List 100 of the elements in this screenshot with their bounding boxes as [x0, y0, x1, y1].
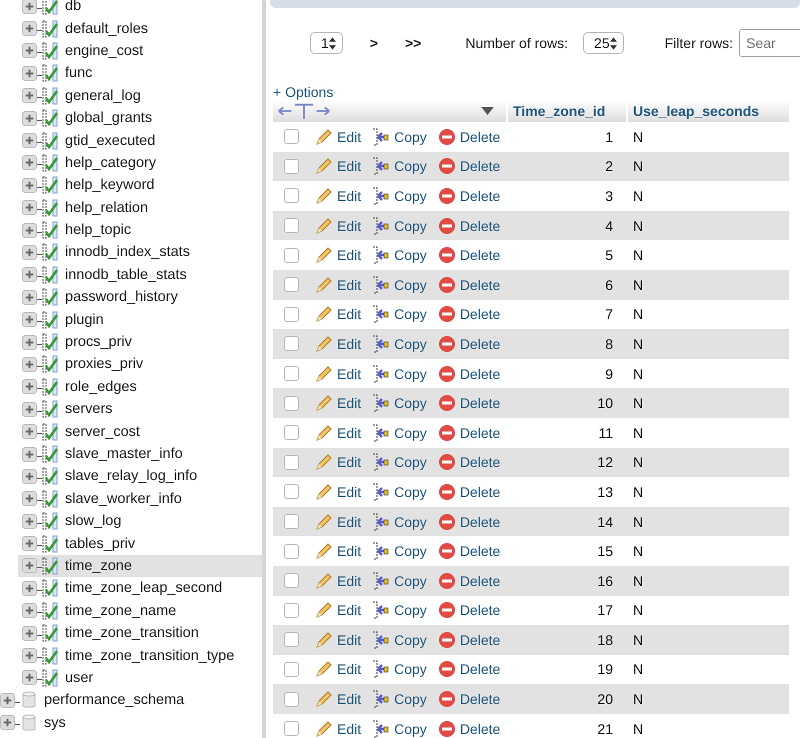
expand-icon[interactable] [22, 43, 37, 58]
table-tree-item[interactable]: general_log [0, 84, 262, 107]
edit-link[interactable]: Edit [315, 157, 362, 176]
edit-link[interactable]: Edit [315, 660, 362, 678]
row-checkbox[interactable] [284, 129, 299, 144]
delete-link[interactable]: Delete [438, 424, 500, 442]
row-checkbox[interactable] [284, 662, 299, 677]
edit-link[interactable]: Edit [315, 630, 362, 649]
expand-icon[interactable] [22, 110, 37, 126]
edit-link[interactable]: Edit [315, 512, 362, 531]
table-tree-item[interactable]: servers [0, 398, 262, 420]
table-tree-item[interactable]: default_roles [0, 17, 262, 40]
row-checkbox[interactable] [284, 602, 299, 618]
expand-icon[interactable] [22, 670, 37, 686]
page-select[interactable]: 1 [310, 32, 343, 54]
table-tree-item[interactable]: time_zone_leap_second [0, 577, 262, 600]
expand-icon[interactable] [22, 603, 37, 618]
table-tree-item[interactable]: time_zone [18, 554, 262, 578]
expand-icon[interactable] [0, 692, 15, 708]
row-checkbox[interactable] [284, 248, 299, 263]
copy-link[interactable]: Copy [372, 216, 427, 235]
row-checkbox[interactable] [284, 544, 299, 559]
expand-icon[interactable] [22, 88, 37, 104]
rows-select[interactable]: 25 [583, 32, 624, 54]
edit-link[interactable]: Edit [315, 542, 362, 560]
table-tree-item[interactable]: help_category [0, 152, 262, 174]
row-checkbox[interactable] [284, 188, 299, 204]
edit-link[interactable]: Edit [315, 334, 362, 353]
row-checkbox[interactable] [284, 692, 299, 707]
expand-icon[interactable] [22, 155, 37, 170]
copy-link[interactable]: Copy [372, 305, 427, 324]
row-checkbox[interactable] [284, 158, 299, 174]
expand-icon[interactable] [22, 514, 37, 529]
table-tree-item[interactable]: time_zone_transition [0, 622, 262, 644]
edit-link[interactable]: Edit [315, 276, 362, 294]
delete-link[interactable]: Delete [438, 216, 500, 235]
table-tree-item[interactable]: plugin [0, 308, 262, 331]
database-tree-item[interactable]: sys [0, 712, 262, 734]
copy-link[interactable]: Copy [372, 128, 427, 146]
expand-icon[interactable] [22, 267, 37, 282]
delete-link[interactable]: Delete [438, 157, 500, 176]
copy-link[interactable]: Copy [372, 334, 427, 353]
copy-link[interactable]: Copy [372, 157, 427, 176]
edit-link[interactable]: Edit [315, 364, 362, 383]
edit-link[interactable]: Edit [315, 572, 362, 590]
expand-icon[interactable] [22, 491, 37, 506]
table-tree-item[interactable]: proxies_priv [0, 353, 262, 376]
table-tree-item[interactable]: innodb_table_stats [0, 264, 262, 286]
table-tree-item[interactable]: role_edges [0, 376, 262, 398]
table-tree-item[interactable]: gtid_executed [0, 129, 262, 152]
table-tree-item[interactable]: slave_worker_info [0, 488, 262, 510]
options-link[interactable]: + Options [273, 84, 800, 100]
row-checkbox[interactable] [284, 218, 299, 234]
row-checkbox[interactable] [284, 454, 299, 470]
table-tree-item[interactable]: help_keyword [0, 174, 262, 197]
filter-field[interactable]: Sear [739, 29, 800, 57]
delete-link[interactable]: Delete [438, 246, 500, 264]
table-tree-item[interactable]: db [0, 0, 262, 18]
expand-icon[interactable] [22, 222, 37, 238]
delete-link[interactable]: Delete [438, 394, 500, 412]
row-checkbox[interactable] [284, 632, 299, 648]
row-checkbox[interactable] [284, 396, 299, 411]
delete-link[interactable]: Delete [438, 660, 500, 678]
delete-link[interactable]: Delete [438, 542, 500, 560]
table-tree-item[interactable]: password_history [0, 286, 262, 308]
edit-link[interactable]: Edit [315, 482, 362, 501]
delete-link[interactable]: Delete [438, 186, 500, 205]
expand-icon[interactable] [22, 0, 37, 14]
delete-link[interactable]: Delete [438, 453, 500, 472]
expand-icon[interactable] [22, 446, 37, 462]
table-tree-item[interactable]: time_zone_transition_type [0, 644, 262, 667]
copy-link[interactable]: Copy [372, 720, 427, 738]
edit-link[interactable]: Edit [315, 394, 362, 412]
edit-link[interactable]: Edit [315, 720, 362, 738]
expand-icon[interactable] [0, 715, 15, 730]
delete-link[interactable]: Delete [438, 630, 500, 649]
expand-icon[interactable] [22, 402, 37, 417]
expand-icon[interactable] [22, 133, 37, 148]
expand-icon[interactable] [22, 200, 37, 216]
delete-link[interactable]: Delete [438, 364, 500, 383]
expand-icon[interactable] [22, 66, 37, 81]
table-tree-item[interactable]: user [0, 666, 262, 690]
expand-icon[interactable] [22, 626, 37, 641]
delete-link[interactable]: Delete [438, 512, 500, 531]
delete-link[interactable]: Delete [438, 305, 500, 324]
copy-link[interactable]: Copy [372, 601, 427, 620]
edit-link[interactable]: Edit [315, 186, 362, 205]
row-checkbox[interactable] [284, 573, 299, 588]
copy-link[interactable]: Copy [372, 630, 427, 649]
expand-icon[interactable] [22, 379, 37, 394]
delete-link[interactable]: Delete [438, 720, 500, 738]
edit-link[interactable]: Edit [315, 424, 362, 442]
database-tree-item[interactable]: performance_schema [0, 689, 262, 712]
delete-link[interactable]: Delete [438, 128, 500, 146]
table-tree-item[interactable]: procs_priv [0, 330, 262, 354]
last-page-button[interactable]: >> [404, 35, 422, 51]
expand-icon[interactable] [22, 21, 37, 36]
delete-link[interactable]: Delete [438, 334, 500, 353]
expand-icon[interactable] [22, 334, 37, 350]
edit-link[interactable]: Edit [315, 246, 362, 264]
